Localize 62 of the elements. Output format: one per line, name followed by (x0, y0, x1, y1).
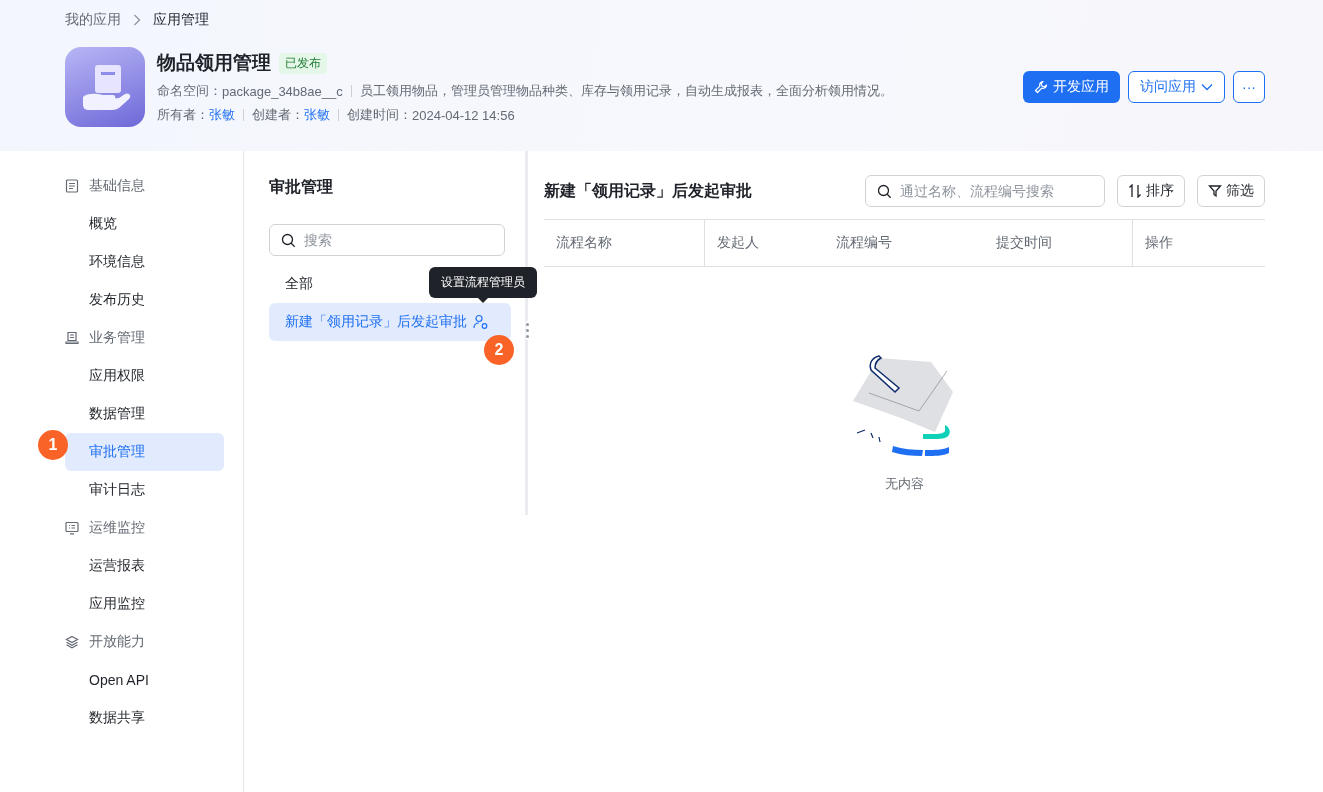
chevron-down-icon (1201, 83, 1213, 91)
nav-group-title: 开放能力 (89, 633, 145, 651)
breadcrumb-item[interactable]: 应用管理 (153, 11, 209, 29)
namespace-value: package_34b8ae__c (222, 83, 343, 99)
nav-item[interactable]: 数据管理 (65, 395, 224, 433)
filter-button[interactable]: 筛选 (1197, 175, 1265, 207)
created-label: 创建时间： (347, 106, 412, 124)
nav-item[interactable]: 审批管理 (65, 433, 224, 471)
nav-item[interactable]: 发布历史 (65, 281, 224, 319)
more-button[interactable]: ··· (1233, 71, 1265, 103)
panel-title: 审批管理 (269, 177, 334, 197)
column-header: 流程编号 (835, 233, 893, 252)
column-header: 流程名称 (555, 233, 613, 252)
step-marker: 1 (38, 430, 68, 460)
nav-item[interactable]: 环境信息 (65, 243, 224, 281)
wrench-icon (1034, 80, 1048, 94)
nav-item[interactable]: Open API (65, 661, 224, 699)
breadcrumb-item[interactable]: 我的应用 (65, 11, 121, 29)
filter-icon (1208, 184, 1222, 198)
nav-group-title: 基础信息 (89, 177, 145, 195)
created-time: 2024-04-12 14:56 (412, 107, 515, 123)
sort-button[interactable]: 排序 (1117, 175, 1185, 207)
empty-state-text: 无内容 (885, 475, 924, 493)
nav-group-title: 业务管理 (89, 329, 145, 347)
tooltip-pointer (478, 298, 488, 303)
owner-link[interactable]: 张敏 (209, 106, 235, 124)
chevron-right-icon (133, 14, 141, 26)
search-field[interactable]: 通过名称、流程编号搜索 (865, 175, 1105, 207)
namespace-label: 命名空间： (157, 82, 222, 100)
resize-handle[interactable] (526, 321, 529, 340)
monitor-icon (65, 521, 79, 535)
nav-group-title: 运维监控 (89, 519, 145, 537)
page-title: 新建「领用记录」后发起审批 (544, 180, 753, 201)
book-icon (65, 331, 79, 345)
search-field[interactable]: 搜索 (269, 224, 505, 256)
app-description: 员工领用物品，管理员管理物品种类、库存与领用记录，自动生成报表，全面分析领用情况。 (359, 82, 893, 100)
layers-icon (65, 635, 79, 649)
search-icon (281, 233, 296, 248)
creator-label: 创建者： (252, 106, 304, 124)
status-badge: 已发布 (279, 52, 327, 74)
nav-item[interactable]: 概览 (65, 205, 224, 243)
nav-item[interactable]: 应用权限 (65, 357, 224, 395)
step-marker: 2 (484, 335, 514, 365)
column-header: 发起人 (704, 220, 824, 266)
search-icon (877, 184, 892, 199)
sort-icon (1128, 184, 1142, 198)
creator-link[interactable]: 张敏 (304, 106, 330, 124)
nav-item[interactable]: 数据共享 (65, 699, 224, 737)
app-title: 物品领用管理 (157, 51, 271, 75)
document-icon (65, 179, 79, 193)
nav-item[interactable]: 应用监控 (65, 585, 224, 623)
column-header: 提交时间 (995, 233, 1053, 252)
tooltip: 设置流程管理员 (429, 267, 537, 298)
nav-item[interactable]: 运营报表 (65, 547, 224, 585)
visit-app-dropdown[interactable]: 访问应用 (1128, 71, 1225, 103)
develop-app-button[interactable]: 开发应用 (1023, 71, 1120, 103)
nav-item[interactable]: 审计日志 (65, 471, 224, 509)
app-icon (65, 47, 145, 127)
owner-label: 所有者： (157, 106, 209, 124)
user-settings-icon[interactable] (473, 314, 489, 330)
flow-item[interactable]: 新建「领用记录」后发起审批 (269, 303, 511, 341)
column-header: 操作 (1132, 220, 1265, 266)
